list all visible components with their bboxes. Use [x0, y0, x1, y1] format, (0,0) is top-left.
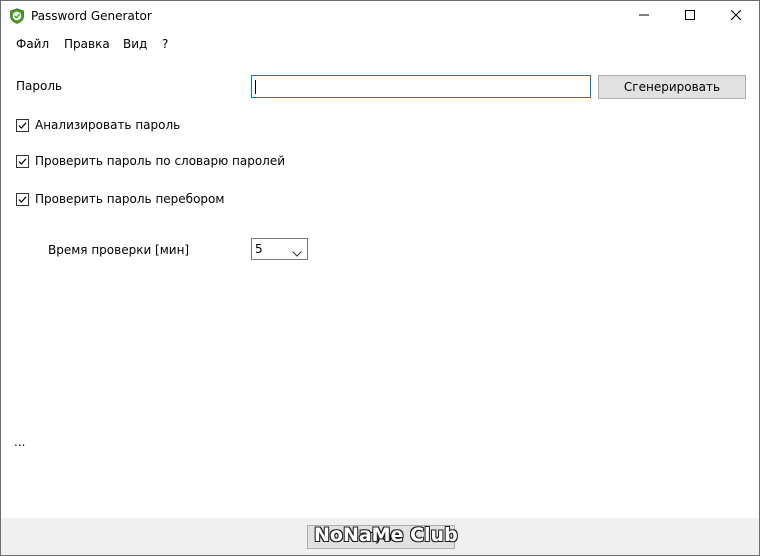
analyze-password-option[interactable]: Анализировать пароль — [16, 117, 180, 133]
minimize-button[interactable] — [621, 1, 667, 31]
watermark-logo: NoNaMe Club — [314, 524, 458, 546]
check-time-label: Время проверки [мин] — [48, 243, 190, 257]
maximize-icon — [685, 9, 695, 23]
menu-help[interactable]: ? — [162, 37, 168, 51]
close-button[interactable] — [713, 1, 759, 31]
analyze-password-label: Анализировать пароль — [35, 118, 181, 132]
text-caret — [255, 80, 256, 94]
dictionary-check-option[interactable]: Проверить пароль по словарю паролей — [16, 153, 285, 169]
checkmark-icon — [18, 121, 27, 129]
status-text: ... — [14, 435, 26, 449]
analyze-password-checkbox[interactable] — [16, 118, 29, 132]
window-title: Password Generator — [31, 9, 152, 23]
generate-button[interactable]: Сгенерировать — [598, 75, 746, 99]
title-bar[interactable]: Password Generator — [1, 1, 759, 31]
password-input[interactable] — [251, 75, 591, 98]
password-label: Пароль — [16, 79, 63, 93]
minimize-icon — [639, 9, 649, 23]
chevron-down-icon — [292, 246, 302, 260]
menu-edit[interactable]: Правка — [64, 37, 110, 51]
maximize-button[interactable] — [667, 1, 713, 31]
dictionary-check-label: Проверить пароль по словарю паролей — [35, 154, 286, 168]
checkmark-icon — [18, 195, 27, 203]
shield-check-icon — [9, 8, 25, 24]
checkmark-icon — [18, 157, 27, 165]
app-window: Password Generator Файл Правка Вид ? Пар… — [0, 0, 760, 556]
menu-view[interactable]: Вид — [123, 37, 147, 51]
brute-force-checkbox[interactable] — [16, 192, 29, 206]
dictionary-check-checkbox[interactable] — [16, 154, 29, 168]
check-time-select[interactable]: 5 — [251, 238, 308, 260]
brute-force-label: Проверить пароль перебором — [35, 192, 225, 206]
check-time-value: 5 — [255, 242, 263, 256]
close-icon — [730, 9, 742, 23]
brute-force-option[interactable]: Проверить пароль перебором — [16, 191, 224, 207]
menu-bar: Файл Правка Вид ? — [1, 31, 759, 55]
menu-file[interactable]: Файл — [16, 37, 49, 51]
